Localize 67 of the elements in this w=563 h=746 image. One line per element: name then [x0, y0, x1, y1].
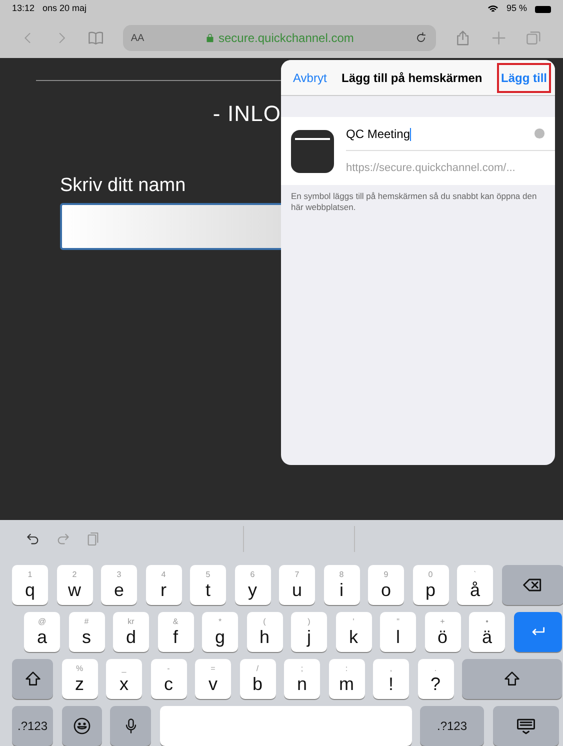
plus-icon[interactable] [490, 29, 508, 47]
key[interactable]: " l [380, 612, 416, 652]
key[interactable]: ` å [457, 565, 493, 605]
help-text: En symbol läggs till på hemskärmen så du snabbt kan öppna den här webbplatsen. [290, 190, 538, 213]
wifi-icon [488, 4, 498, 14]
key[interactable]: . ? [418, 659, 454, 699]
key[interactable]: 2 w [56, 565, 92, 605]
hide-keyboard-key[interactable] [492, 706, 558, 746]
numbers-key[interactable]: .?123 [12, 706, 53, 746]
battery-percentage: 95 % [506, 2, 527, 16]
key[interactable]: ; n [284, 659, 320, 699]
key[interactable]: 8 i [324, 565, 360, 605]
lock-icon [204, 33, 214, 43]
key[interactable]: : m [328, 659, 364, 699]
name-input-field[interactable] [60, 202, 281, 250]
cancel-button[interactable]: Avbryt [293, 68, 327, 86]
emoji-key[interactable] [62, 706, 102, 746]
key[interactable]: ( h [246, 612, 282, 652]
key[interactable]: - c [150, 659, 186, 699]
backspace-key[interactable] [502, 565, 563, 605]
paste-icon[interactable] [85, 531, 101, 547]
key[interactable]: # s [68, 612, 104, 652]
key[interactable]: @ a [24, 612, 60, 652]
url-field: https://secure.quickchannel.com/... [346, 160, 516, 176]
key[interactable]: % z [62, 659, 98, 699]
key[interactable]: , ! [373, 659, 409, 699]
microphone-key[interactable] [110, 706, 151, 746]
name-field[interactable]: QC Meeting [346, 124, 534, 142]
undo-icon[interactable] [25, 531, 41, 547]
app-icon [291, 130, 334, 172]
url-text: secure.quickchannel.com [218, 30, 354, 47]
key[interactable]: * g [202, 612, 238, 652]
key[interactable]: / b [240, 659, 276, 699]
status-time: 13:12 [12, 2, 35, 16]
key[interactable]: 7 u [279, 565, 315, 605]
shift-key[interactable] [12, 659, 53, 699]
key[interactable]: + ö [424, 612, 460, 652]
book-icon[interactable] [87, 29, 105, 47]
text-size-button[interactable]: AA [130, 30, 144, 46]
key[interactable]: 4 r [146, 565, 182, 605]
key[interactable]: ) j [291, 612, 327, 652]
return-key[interactable] [514, 612, 562, 652]
key[interactable]: 1 q [12, 565, 48, 605]
name-label: Skriv ditt namn [60, 174, 187, 198]
key[interactable]: 5 t [190, 565, 226, 605]
sheet-title: Lägg till på hemskärmen [342, 70, 482, 86]
battery-icon [535, 6, 551, 12]
tabs-icon[interactable] [525, 29, 544, 47]
key[interactable]: kr d [113, 612, 149, 652]
numbers-key[interactable]: .?123 [420, 706, 484, 746]
key[interactable]: = v [195, 659, 231, 699]
key[interactable]: _ x [106, 659, 142, 699]
reload-icon[interactable] [414, 31, 428, 45]
address-bar[interactable]: AA secure.quickchannel.com [122, 25, 436, 51]
clear-icon[interactable] [534, 128, 545, 139]
key[interactable]: ' k [336, 612, 372, 652]
key[interactable]: 6 y [234, 565, 270, 605]
page-heading: - INLO [212, 100, 281, 128]
redo-icon[interactable] [55, 531, 71, 547]
status-date: ons 20 maj [42, 2, 87, 16]
add-button[interactable]: Lägg till [496, 62, 551, 92]
key[interactable]: • ä [469, 612, 505, 652]
key[interactable]: & f [158, 612, 194, 652]
key[interactable]: 0 p [412, 565, 448, 605]
key[interactable]: 9 o [368, 565, 404, 605]
key[interactable]: 3 e [101, 565, 137, 605]
smiley-icon [72, 716, 92, 736]
